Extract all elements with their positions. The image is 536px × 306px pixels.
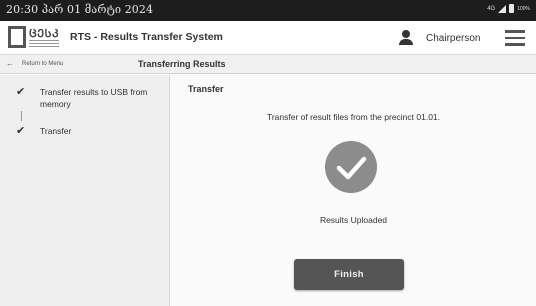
network-type: 4G bbox=[487, 5, 496, 12]
finish-button[interactable]: Finish bbox=[294, 259, 404, 290]
logo-subtitle-lines bbox=[29, 40, 59, 49]
result-status: Results Uploaded bbox=[319, 215, 388, 225]
transfer-message: Transfer of result files from the precin… bbox=[266, 112, 441, 122]
step-label: Transfer bbox=[40, 126, 72, 136]
logo-wordmark: ᲪᲔᲡᲙ bbox=[29, 27, 60, 40]
main-content: Transfer Transfer of result files from t… bbox=[171, 75, 536, 306]
back-arrow-icon: ← bbox=[6, 59, 14, 68]
step-label: Transfer results to USB from memory bbox=[40, 87, 148, 109]
battery-level: 100% bbox=[517, 5, 530, 12]
steps-panel: ✔ Transfer results to USB from memory ✔ … bbox=[0, 75, 170, 306]
logo-mark bbox=[8, 26, 26, 48]
step-item-transfer: ✔ Transfer bbox=[16, 125, 150, 137]
tablet-screen: 20:30 პარ 01 მარტი 2024 4G 100% ᲪᲔᲡᲙ RTS… bbox=[0, 0, 536, 306]
status-bar: 20:30 პარ 01 მარტი 2024 4G 100% bbox=[0, 0, 536, 21]
page-title: Transferring Results bbox=[138, 59, 226, 69]
hamburger-menu-icon[interactable] bbox=[505, 30, 525, 46]
app-header: ᲪᲔᲡᲙ RTS - Results Transfer System Chair… bbox=[0, 21, 536, 55]
checkmark-icon: ✔ bbox=[16, 86, 26, 98]
return-to-menu-link[interactable]: ← Return to Menu bbox=[6, 59, 63, 68]
app-title: RTS - Results Transfer System bbox=[70, 31, 223, 43]
return-to-menu-label: Return to Menu bbox=[22, 60, 64, 67]
step-connector bbox=[21, 111, 22, 121]
checkmark-circle-icon bbox=[325, 141, 377, 193]
status-time: 20:30 პარ 01 მარტი 2024 bbox=[6, 3, 154, 16]
person-icon bbox=[399, 30, 413, 46]
signal-icon bbox=[498, 4, 507, 13]
status-indicators: 4G 100% bbox=[487, 4, 530, 13]
battery-icon bbox=[509, 4, 515, 13]
navigation-bar: ← Return to Menu Transferring Results bbox=[0, 55, 536, 74]
checkmark-icon: ✔ bbox=[16, 125, 26, 137]
cec-logo: ᲪᲔᲡᲙ bbox=[8, 26, 64, 50]
user-role: Chairperson bbox=[426, 33, 481, 44]
section-title: Transfer bbox=[188, 84, 224, 94]
step-item-transfer-to-usb: ✔ Transfer results to USB from memory bbox=[16, 86, 150, 110]
